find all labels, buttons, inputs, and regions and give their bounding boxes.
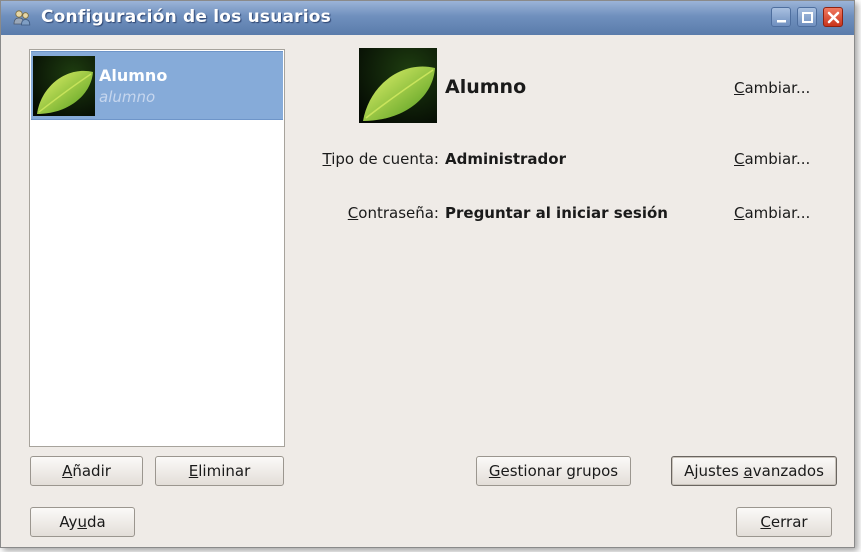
maximize-button[interactable] — [797, 7, 817, 27]
minimize-button[interactable] — [771, 7, 791, 27]
title-bar[interactable]: Configuración de los usuarios — [1, 1, 854, 35]
add-user-button[interactable]: Añadir — [30, 456, 143, 486]
window-title: Configuración de los usuarios — [41, 7, 331, 27]
user-list-item-login: alumno — [99, 88, 156, 106]
minimize-icon — [777, 20, 786, 23]
user-list-item[interactable]: Alumno alumno — [31, 51, 283, 120]
password-label: Contraseña: — [347, 204, 439, 222]
password-value: Preguntar al iniciar sesión — [445, 204, 668, 222]
account-type-label: Tipo de cuenta: — [322, 150, 439, 168]
change-name-button[interactable]: Cambiar... — [734, 79, 810, 97]
users-app-icon — [13, 10, 31, 26]
advanced-settings-button[interactable]: Ajustes avanzados — [671, 456, 837, 486]
close-button[interactable]: Cerrar — [736, 507, 832, 537]
close-icon — [827, 11, 840, 24]
account-type-value: Administrador — [445, 150, 566, 168]
change-account-type-button[interactable]: Cambiar... — [734, 150, 810, 168]
help-button[interactable]: Ayuda — [30, 507, 135, 537]
delete-user-button[interactable]: Eliminar — [155, 456, 284, 486]
user-avatar-leaf-icon — [33, 56, 95, 116]
manage-groups-button[interactable]: Gestionar grupos — [476, 456, 631, 486]
user-full-name: Alumno — [445, 76, 527, 98]
users-settings-window: Configuración de los usuarios Alumno alu… — [0, 0, 855, 548]
user-list[interactable]: Alumno alumno — [29, 49, 285, 447]
close-window-button[interactable] — [823, 7, 843, 27]
user-photo-leaf-icon[interactable] — [359, 48, 437, 123]
change-password-button[interactable]: Cambiar... — [734, 204, 810, 222]
user-list-item-name: Alumno — [99, 66, 168, 85]
maximize-icon — [802, 12, 813, 23]
